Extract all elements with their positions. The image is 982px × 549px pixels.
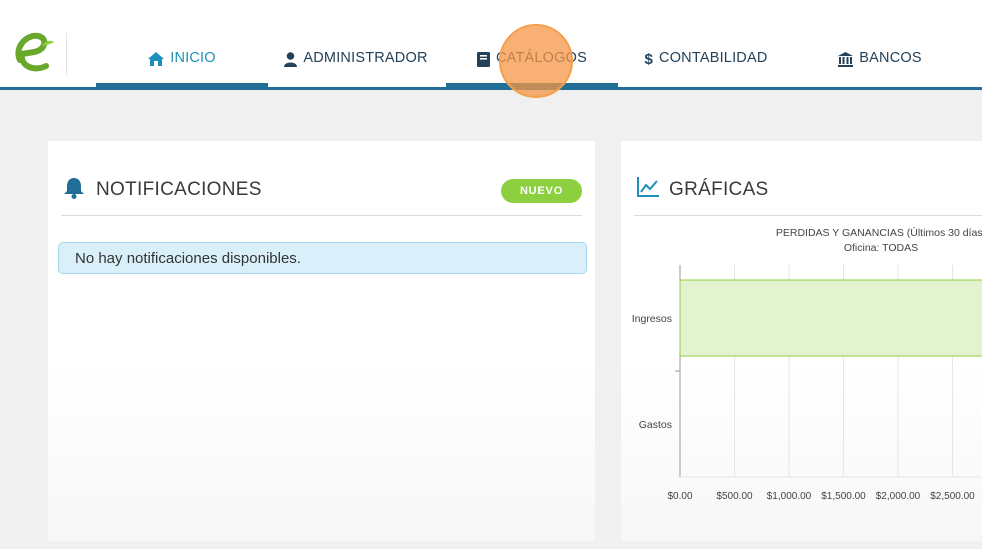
bar-ingresos [679,279,982,357]
x-tick-label: $2,000.00 [876,491,921,502]
x-tick-label: $500.00 [716,491,753,502]
user-icon [284,50,298,68]
notifications-panel: NOTIFICACIONES NUEVO No hay notificacion… [48,141,595,541]
nav-label: CONTABILIDAD [659,50,768,66]
notifications-title: NOTIFICACIONES [96,179,262,200]
top-navbar: INICIO ADMINISTRADOR CATÁLOGOS $ CONTABI… [0,0,982,88]
cursor-highlight [499,24,573,98]
nav-label: BANCOS [859,50,922,66]
nav-contabilidad[interactable]: $ CONTABILIDAD [620,50,792,88]
logo-divider [66,33,67,75]
nav-inicio[interactable]: INICIO [96,50,268,88]
new-notification-button[interactable]: NUEVO [501,179,582,203]
book-icon [477,50,491,68]
x-tick-label: $1,000.00 [767,491,812,502]
x-tick-label: $2,500.00 [930,491,975,502]
nav-label: ADMINISTRADOR [303,50,428,66]
nav-bancos[interactable]: BANCOS [794,50,966,88]
app-logo[interactable] [12,30,56,76]
x-tick-label: $1,500.00 [821,491,866,502]
navbar-accent-line [0,87,982,90]
bell-icon [64,177,84,204]
x-tick-label: $0.00 [667,491,692,502]
home-icon [148,50,165,68]
bank-icon [838,50,854,68]
nav-label: INICIO [170,50,216,66]
notifications-header: NOTIFICACIONES NUEVO [61,171,582,216]
charts-panel: GRÁFICAS PERDIDAS Y GANANCIAS (Últimos 3… [621,141,982,541]
empty-notifications-alert: No hay notificaciones disponibles. [58,242,587,274]
dollar-icon: $ [644,50,654,68]
nav-administrador[interactable]: ADMINISTRADOR [270,50,442,88]
profit-loss-chart: Ingresos Gastos $0.00 $500.00 $1,000.00 $1,50… [632,265,982,502]
category-label: Gastos [639,419,672,431]
category-label: Ingresos [632,313,672,325]
